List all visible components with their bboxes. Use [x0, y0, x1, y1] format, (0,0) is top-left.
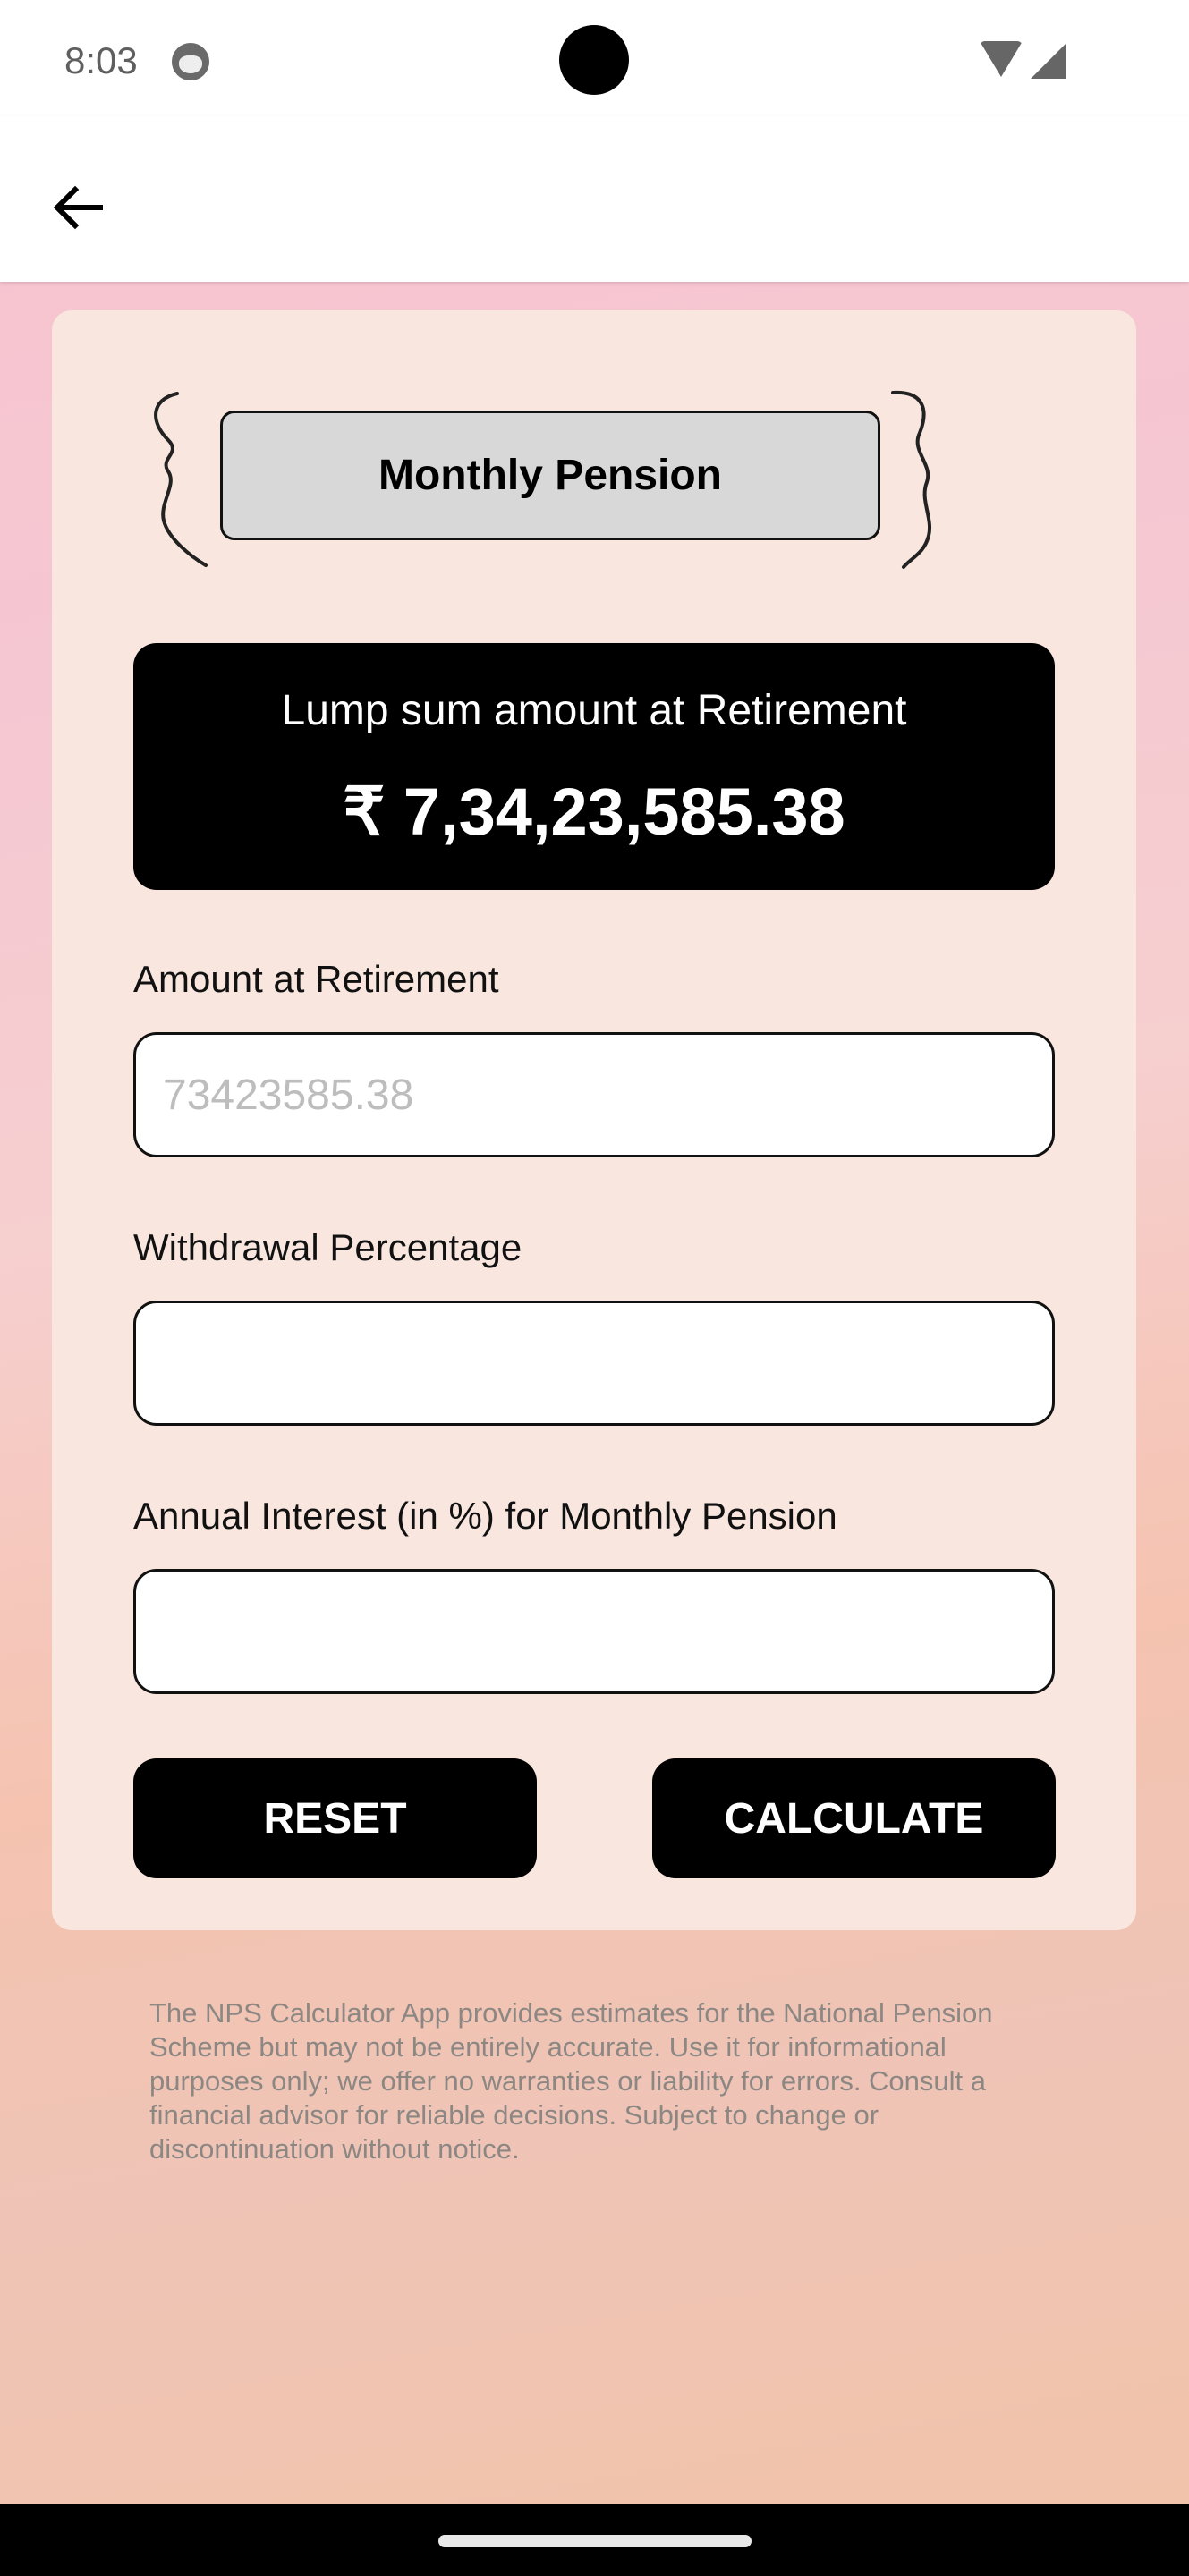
decorative-squiggle-left-icon	[154, 392, 208, 567]
calculator-card: Monthly Pension Lump sum amount at Retir…	[52, 310, 1136, 1930]
camera-cutout	[559, 25, 629, 95]
home-gesture-handle[interactable]	[438, 2535, 752, 2547]
app-bar	[0, 116, 1189, 282]
withdrawal-percentage-input[interactable]	[133, 1301, 1055, 1426]
system-navigation-bar	[0, 2504, 1189, 2576]
wifi-icon	[980, 41, 1023, 77]
status-bar: 8:03	[0, 0, 1189, 116]
amount-at-retirement-label: Amount at Retirement	[133, 958, 499, 1000]
amount-at-retirement-input[interactable]	[133, 1032, 1055, 1157]
reset-button[interactable]: RESET	[133, 1758, 537, 1878]
decorative-squiggle-right-icon	[891, 390, 931, 569]
withdrawal-percentage-label: Withdrawal Percentage	[133, 1226, 522, 1268]
arrow-left-icon	[53, 185, 103, 230]
result-card: Lump sum amount at Retirement ₹ 7,34,23,…	[133, 643, 1055, 890]
disclaimer-text: The NPS Calculator App provides estimate…	[149, 1997, 993, 2165]
annual-interest-input[interactable]	[133, 1569, 1055, 1694]
back-button[interactable]	[45, 172, 116, 243]
annual-interest-label: Annual Interest (in %) for Monthly Pensi…	[133, 1495, 837, 1537]
result-label: Lump sum amount at Retirement	[281, 687, 907, 734]
section-title: Monthly Pension	[220, 411, 880, 540]
app-notification-icon	[172, 43, 209, 80]
cellular-signal-icon	[1031, 43, 1066, 79]
status-time: 8:03	[64, 39, 138, 81]
calculate-button[interactable]: CALCULATE	[652, 1758, 1056, 1878]
result-value: ₹ 7,34,23,585.38	[343, 775, 845, 849]
